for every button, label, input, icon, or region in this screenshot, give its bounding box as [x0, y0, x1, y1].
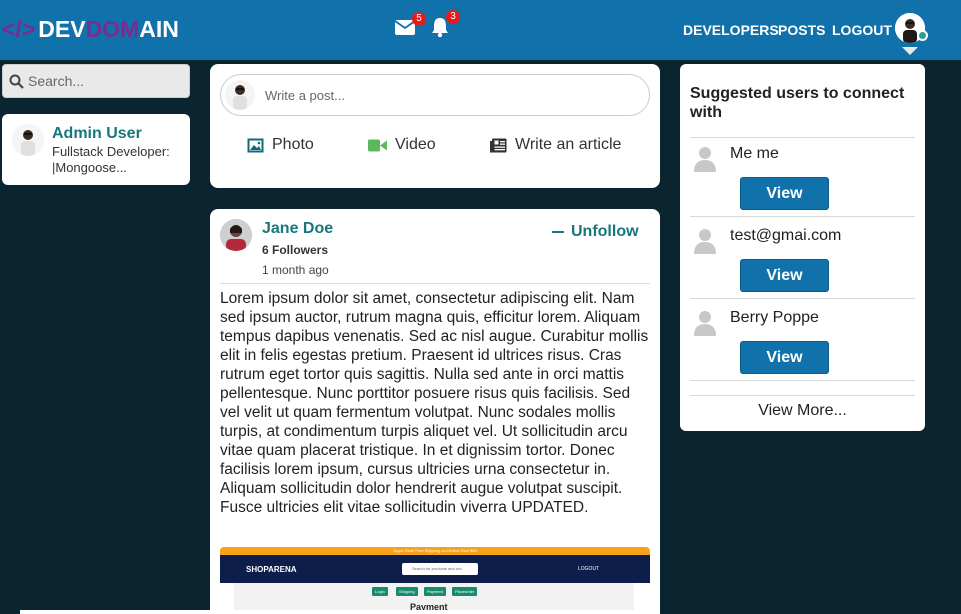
page-bottom-edge: [20, 610, 660, 614]
post-author-avatar[interactable]: [220, 219, 252, 251]
minus-icon: [552, 231, 564, 233]
photo-label: Photo: [272, 136, 314, 153]
image-icon: [247, 138, 264, 152]
online-status-dot: [917, 30, 928, 41]
suggested-user-name[interactable]: test@gmai.com: [730, 227, 841, 245]
suggested-user-name[interactable]: Berry Poppe: [730, 309, 819, 327]
write-post-placeholder: Write a post...: [265, 87, 345, 103]
screenshot-step-payment: Payment: [424, 587, 446, 596]
post-card: Jane Doe 6 Followers 1 month ago Unfollo…: [210, 209, 660, 614]
view-more-link[interactable]: View More...: [680, 402, 925, 420]
screenshot-brand: SHOPARENA: [246, 565, 297, 574]
screenshot-promo-banner: Super Deal! Free Shipping on Orders Over…: [220, 547, 650, 555]
unfollow-button[interactable]: Unfollow: [552, 223, 639, 241]
logo-text-part3: AIN: [139, 16, 179, 42]
divider: [690, 395, 915, 396]
write-article-button[interactable]: Write an article: [490, 136, 621, 154]
screenshot-logout: LOGOUT: [578, 566, 600, 572]
profile-name[interactable]: Admin User: [52, 125, 142, 143]
avatar-person-icon: [225, 80, 255, 110]
screenshot-step-shipping: Shipping: [396, 587, 418, 596]
newspaper-icon: [490, 138, 507, 152]
screenshot-step-placeorder: Placeorder: [452, 587, 478, 596]
screenshot-search: Search for products and ord: [402, 563, 478, 575]
logo-text-part1: DEV: [38, 16, 86, 42]
messages-button[interactable]: 5: [394, 12, 426, 40]
nav-logout[interactable]: LOGOUT: [832, 22, 892, 38]
search-bar: [2, 64, 190, 98]
user-placeholder-icon: [694, 229, 716, 254]
profile-card[interactable]: Admin User Fullstack Developer: |Mongoos…: [2, 114, 190, 185]
messages-count-badge: 5: [412, 12, 426, 26]
screenshot-navbar: SHOPARENA Search for products and ord LO…: [220, 555, 650, 583]
notifications-button[interactable]: 3: [430, 10, 460, 38]
view-user-button[interactable]: View: [740, 259, 829, 292]
photo-button[interactable]: Photo: [247, 136, 314, 154]
write-post-input[interactable]: Write a post...: [220, 74, 650, 116]
suggested-user-name[interactable]: Me me: [730, 145, 779, 163]
code-icon: </>: [2, 16, 36, 42]
avatar-person-icon: [12, 124, 44, 156]
video-button[interactable]: Video: [368, 136, 436, 154]
divider: [690, 137, 915, 138]
suggested-users-title: Suggested users to connect with: [690, 85, 905, 121]
unfollow-label: Unfollow: [571, 223, 639, 240]
chevron-down-icon[interactable]: [902, 47, 918, 55]
search-input[interactable]: [28, 73, 178, 89]
post-body-text: Lorem ipsum dolor sit amet, consectetur …: [220, 290, 649, 516]
post-divider: [220, 283, 650, 284]
divider: [690, 380, 915, 381]
post-composer: Write a post... Photo Video Write an art…: [210, 64, 660, 188]
post-image[interactable]: Super Deal! Free Shipping on Orders Over…: [220, 547, 650, 614]
nav-posts[interactable]: POSTS: [778, 22, 825, 38]
divider: [690, 216, 915, 217]
suggested-users-panel: Suggested users to connect with Me me Vi…: [680, 64, 925, 431]
post-timestamp: 1 month ago: [262, 263, 329, 277]
video-camera-icon: [368, 139, 387, 151]
view-user-button[interactable]: View: [740, 341, 829, 374]
composer-avatar: [225, 80, 255, 110]
top-navbar: </> DEV DOM AIN 5 3 DEVELOPERS POSTS LOGOUT: [0, 0, 961, 60]
view-user-button[interactable]: View: [740, 177, 829, 210]
write-article-label: Write an article: [515, 136, 622, 153]
search-icon: [9, 74, 24, 89]
notifications-count-badge: 3: [446, 10, 460, 24]
divider: [690, 298, 915, 299]
user-placeholder-icon: [694, 311, 716, 336]
profile-avatar: [12, 124, 44, 156]
nav-developers[interactable]: DEVELOPERS: [683, 22, 779, 38]
video-label: Video: [395, 136, 436, 153]
brand-logo[interactable]: </> DEV DOM AIN: [2, 16, 179, 43]
screenshot-step-login: Login: [372, 587, 388, 596]
logo-text-part2: DOM: [85, 16, 140, 42]
post-author-name[interactable]: Jane Doe: [262, 220, 333, 238]
post-author-followers: 6 Followers: [262, 243, 329, 257]
avatar-person-icon: [220, 219, 252, 251]
user-placeholder-icon: [694, 147, 716, 172]
profile-bio: Fullstack Developer: |Mongoose...: [52, 144, 170, 175]
